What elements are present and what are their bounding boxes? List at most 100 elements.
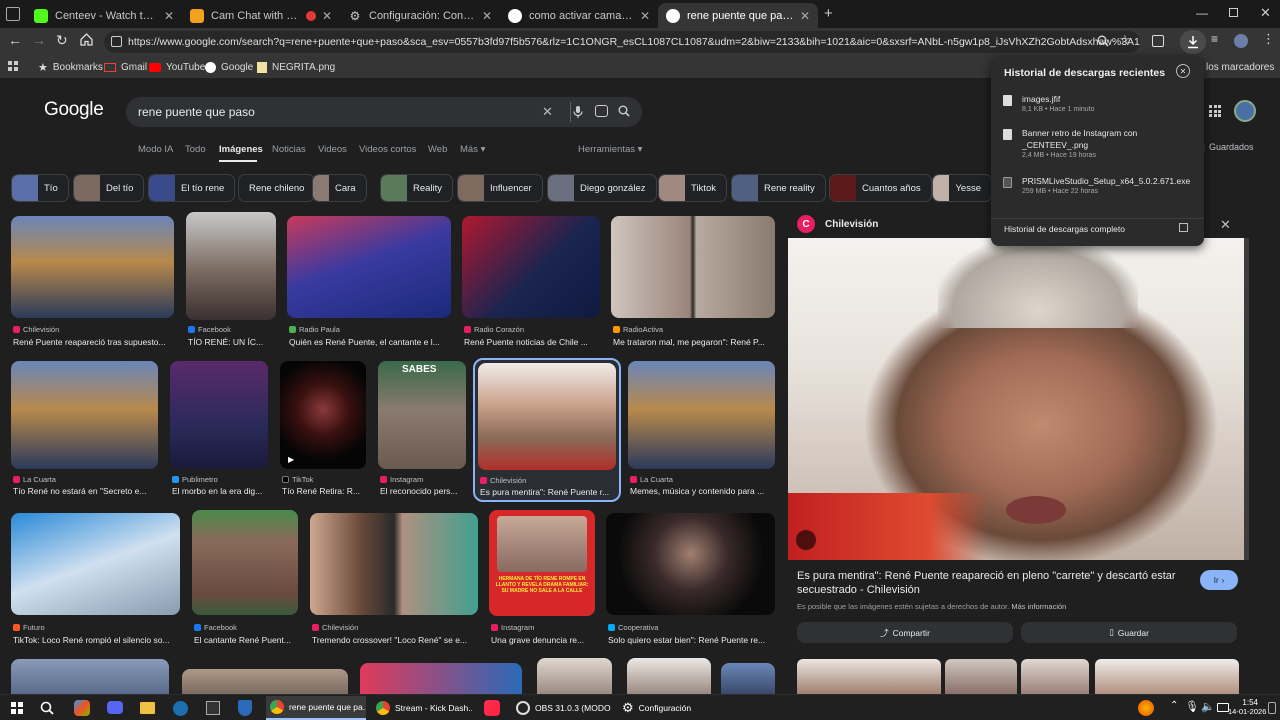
image-result[interactable]: Facebook TÍO RENÉ: UN ÍC... [186, 212, 276, 350]
result-caption[interactable]: Tío René Retira: R... [282, 486, 366, 496]
bookmarks-folder-label[interactable]: los marcadores [1206, 59, 1274, 75]
copilot-icon[interactable] [74, 700, 90, 716]
image-result[interactable]: Chilevisión René Puente reapareció tras … [11, 216, 174, 350]
image-result[interactable]: La Cuarta Memes, música y contenido para… [628, 361, 775, 497]
image-result[interactable]: Cooperativa Solo quiero estar bien": Ren… [606, 513, 775, 647]
result-image-partial[interactable] [721, 663, 775, 694]
tab-imagenes[interactable]: Imágenes [219, 144, 263, 155]
image-result-selected[interactable]: Chilevisión Es pura mentira": René Puent… [473, 358, 621, 502]
result-caption[interactable]: Tremendo crossover! "Loco René" se e... [312, 635, 478, 645]
image-result[interactable]: Radio Corazón René Puente noticias de Ch… [462, 216, 600, 350]
taskbar-app-kick[interactable]: Stream - Kick Dash... [372, 696, 472, 720]
address-bar[interactable]: https://www.google.com/search?q=rene+pue… [104, 31, 1140, 53]
image-result[interactable]: La Cuarta Tío René no estará en "Secreto… [11, 361, 158, 497]
media-icon[interactable]: ≡ [1211, 32, 1218, 46]
search-input[interactable]: rene puente que paso [138, 105, 255, 119]
browser-menu-icon[interactable]: ⋮ [1262, 31, 1275, 47]
related-image[interactable] [1021, 659, 1089, 694]
google-logo[interactable]: Google [44, 99, 104, 121]
related-image[interactable] [1095, 659, 1239, 694]
panel-scrollbar[interactable] [1244, 238, 1249, 560]
search-icon[interactable] [40, 701, 54, 715]
file-explorer-icon[interactable] [140, 702, 155, 714]
search-icon[interactable] [618, 105, 630, 117]
tab-cam-chat[interactable]: Cam Chat with Strangers on ✕ [182, 3, 340, 28]
image-result[interactable]: SABES Instagram El reconocido pers... [378, 361, 466, 497]
result-caption[interactable]: Me trataron mal, me pegaron": René P... [613, 337, 775, 347]
taskbar-app-chrome[interactable]: rene puente que pa... [266, 696, 366, 720]
speaker-icon[interactable]: 🔈 [1201, 700, 1215, 713]
close-icon[interactable]: ✕ [640, 9, 650, 23]
discord-icon[interactable] [107, 701, 123, 714]
reload-icon[interactable]: ↻ [56, 32, 68, 49]
tab-web[interactable]: Web [428, 144, 447, 155]
chip-tio[interactable]: Tío [11, 174, 69, 202]
saved-button[interactable]: ▯Guardados [1200, 142, 1253, 153]
chevron-up-icon[interactable]: ⌃ [1170, 700, 1178, 711]
result-caption[interactable]: TikTok: Loco René rompió el silencio so.… [13, 635, 180, 645]
tab-centeev[interactable]: Centeev - Watch the VOD on K ✕ [26, 3, 182, 28]
lens-icon[interactable] [595, 105, 608, 117]
go-button[interactable]: Ir › [1200, 570, 1238, 590]
windows-start-icon[interactable] [11, 702, 23, 714]
tray-app-icon[interactable] [1138, 700, 1154, 716]
panel-source[interactable]: Chilevisión [825, 219, 878, 230]
chip-el-tio-rene[interactable]: El tío rene [148, 174, 236, 202]
tab-videos[interactable]: Videos [318, 144, 347, 155]
download-item[interactable]: Banner retro de Instagram con _CENTEEV_.… [1003, 127, 1193, 159]
forward-arrow-icon[interactable]: → [32, 32, 46, 48]
bookmark-youtube[interactable]: YouTube [149, 59, 205, 75]
new-tab-button[interactable]: + [824, 5, 833, 22]
related-image[interactable] [797, 659, 941, 694]
microphone-icon[interactable] [573, 105, 583, 119]
music-icon[interactable] [484, 700, 500, 716]
more-info-link[interactable]: Más información [1011, 602, 1066, 611]
image-result[interactable]: ▶ TikTok Tío René Retira: R... [280, 361, 366, 497]
panel-preview-image[interactable] [788, 238, 1248, 560]
result-image-partial[interactable] [11, 659, 169, 694]
panel-title[interactable]: Es pura mentira": René Puente reapareció… [797, 569, 1197, 597]
close-icon[interactable]: ✕ [164, 9, 174, 23]
tab-rene-puente[interactable]: rene puente que paso - Buscar ✕ [658, 3, 818, 28]
home-icon[interactable] [80, 33, 93, 46]
epic-games-icon[interactable] [206, 701, 220, 715]
lens-search-icon[interactable] [796, 530, 816, 550]
bookmark-star-icon[interactable]: ☆ [1119, 32, 1131, 48]
apps-grid-icon[interactable] [8, 61, 18, 71]
tab-todo[interactable]: Todo [185, 144, 206, 155]
related-image[interactable] [945, 659, 1017, 694]
image-result[interactable]: HERMANA DE TÍO RENE ROMPE EN LLANTO Y RE… [489, 510, 595, 647]
result-image-partial[interactable] [360, 663, 522, 694]
chip-yesse[interactable]: Yesse [932, 174, 992, 202]
result-caption[interactable]: El reconocido pers... [380, 486, 466, 496]
panel-close-icon[interactable]: ✕ [1220, 217, 1231, 233]
result-caption[interactable]: TÍO RENÉ: UN ÍC... [188, 337, 276, 347]
bookmark-negrita[interactable]: NEGRITA.png [257, 59, 335, 75]
tab-search-icon[interactable] [6, 7, 20, 21]
chip-cuantos-anos[interactable]: Cuantos años [829, 174, 932, 202]
result-caption[interactable]: El cantante René Puent... [194, 635, 298, 645]
save-button[interactable]: ▯ Guardar [1021, 622, 1237, 643]
tab-configuracion[interactable]: ⚙ Configuración: Configuración d ✕ [340, 3, 500, 28]
bookmark-google[interactable]: Google [205, 59, 253, 75]
tab-modo-ia[interactable]: Modo IA [138, 144, 173, 155]
result-caption[interactable]: Tío René no estará en "Secreto e... [13, 486, 158, 496]
result-image-partial[interactable] [182, 669, 348, 694]
result-caption[interactable]: René Puente noticias de Chile ... [464, 337, 600, 347]
chip-diego-gonzalez[interactable]: Diego gonzález [547, 174, 657, 202]
window-close-button[interactable]: ✕ [1260, 5, 1271, 21]
profile-avatar[interactable] [1234, 34, 1248, 48]
taskbar-app-obs[interactable]: OBS 31.0.3 (MODO ... [512, 696, 612, 720]
taskbar-app-settings[interactable]: ⚙ Configuración [618, 696, 718, 720]
chip-reality[interactable]: Reality [380, 174, 454, 202]
back-arrow-icon[interactable]: ← [8, 32, 22, 48]
site-info-icon[interactable] [111, 36, 122, 47]
steam-icon[interactable] [173, 701, 188, 716]
full-history-link[interactable]: Historial de descargas completo [1004, 224, 1125, 234]
result-caption[interactable]: René Puente reapareció tras supuesto... [13, 337, 174, 347]
image-result[interactable]: Facebook El cantante René Puent... [192, 510, 298, 647]
download-item[interactable]: images.jfif 8,1 KB • Hace 1 minuto [1003, 93, 1193, 113]
image-result[interactable]: RadioActiva Me trataron mal, me pegaron"… [611, 216, 775, 350]
external-link-icon[interactable] [1179, 223, 1188, 232]
extensions-icon[interactable] [1152, 35, 1164, 47]
